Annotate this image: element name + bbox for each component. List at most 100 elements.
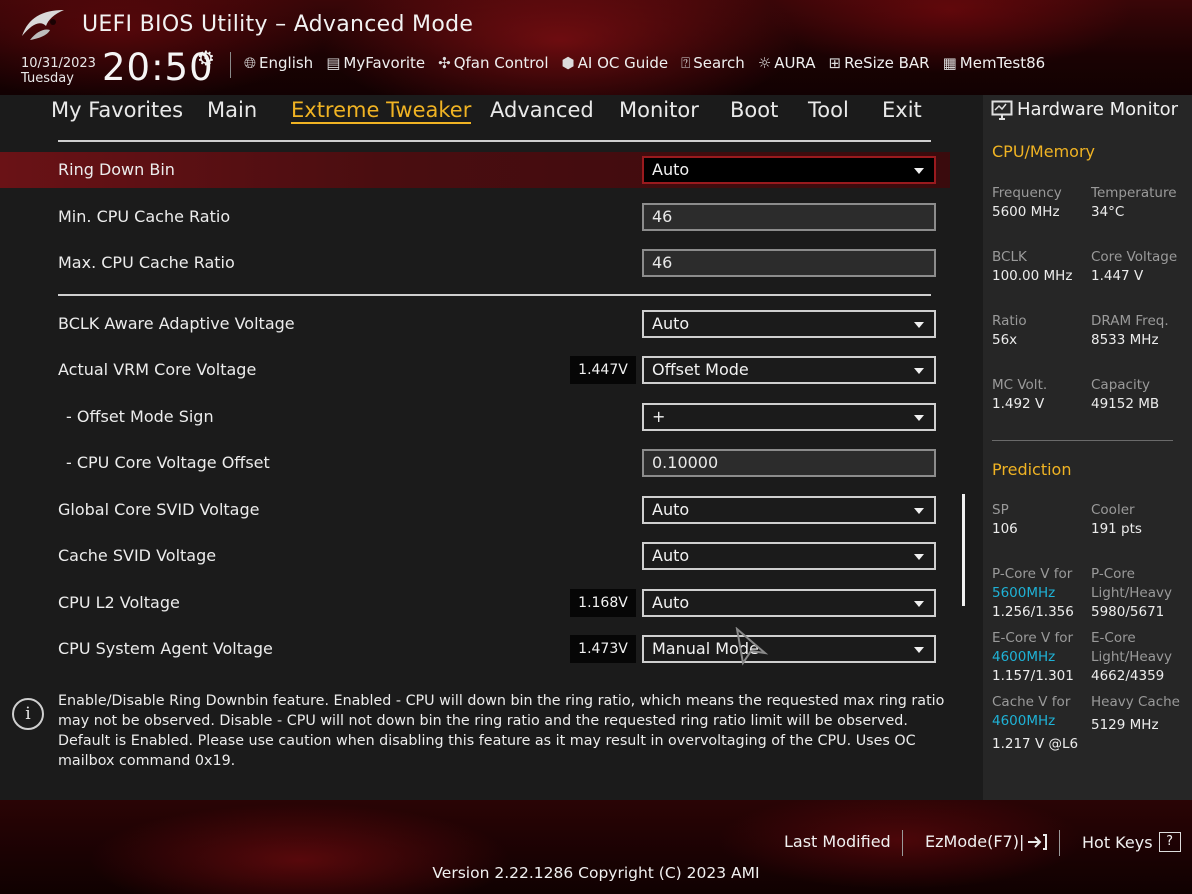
hw-ratio: Ratio 56x [992,312,1027,350]
resize-bar-button[interactable]: ⊞ ReSize BAR [829,54,930,72]
setting-row-global-core-svid-voltage[interactable]: Global Core SVID Voltage Auto [0,492,950,528]
ring-down-bin-select[interactable]: Auto [642,156,936,184]
mouse-cursor-icon [735,627,769,666]
hw-value: 1.447 V [1091,268,1144,284]
setting-label: - Offset Mode Sign [66,407,214,426]
search-icon: ⍰ [681,54,691,72]
memtest-button[interactable]: ▦ MemTest86 [943,54,1046,72]
setting-label: Cache SVID Voltage [58,546,217,565]
ai-oc-guide-button[interactable]: ⬢ AI OC Guide [562,54,669,72]
hardware-monitor-panel: Hardware Monitor CPU/Memory Frequency 56… [983,95,1192,800]
hw-pcore-light-heavy: P-Core Light/Heavy 5980/5671 [1091,565,1172,622]
hw-core-voltage: Core Voltage 1.447 V [1091,248,1177,286]
hw-key: Cooler [1091,502,1135,518]
cpu-system-agent-voltage-select[interactable]: Manual Mode [642,635,936,663]
global-core-svid-voltage-select[interactable]: Auto [642,496,936,524]
dropdown-caret-icon [914,554,924,560]
setting-row-ring-down-bin[interactable]: Ring Down Bin Auto [0,152,950,188]
hw-key: SP [992,502,1009,518]
exit-arrow-icon [1028,833,1048,850]
hardware-monitor-title: Hardware Monitor [991,99,1178,120]
hot-keys-button[interactable]: Hot Keys ? [1082,832,1181,852]
setting-row-cache-svid-voltage[interactable]: Cache SVID Voltage Auto [0,538,950,574]
language-label: English [259,54,314,72]
setting-label: Ring Down Bin [58,160,175,179]
setting-label: CPU System Agent Voltage [58,639,273,658]
hw-value: 56x [992,332,1018,348]
hw-bclk: BCLK 100.00 MHz [992,248,1072,286]
tab-my-favorites[interactable]: My Favorites [51,98,183,122]
search-button[interactable]: ⍰ Search [681,54,745,72]
resize-bar-label: ReSize BAR [844,54,930,72]
cpu-core-voltage-offset-input[interactable]: 0.10000 [642,449,936,477]
fan-icon: ✣ [438,54,451,72]
setting-row-min-cpu-cache-ratio[interactable]: Min. CPU Cache Ratio 46 [0,199,950,235]
hot-keys-label: Hot Keys [1082,832,1153,852]
tab-monitor[interactable]: Monitor [619,98,699,122]
aura-icon: ☼ [757,54,772,72]
actual-vrm-core-voltage-select[interactable]: Offset Mode [642,356,936,384]
app-title: UEFI BIOS Utility – Advanced Mode [82,12,474,37]
myfavorite-label: MyFavorite [343,54,426,72]
cache-svid-voltage-select[interactable]: Auto [642,542,936,570]
select-value: Auto [652,546,690,565]
search-label: Search [693,54,745,72]
offset-mode-sign-select[interactable]: + [642,403,936,431]
date-text: 10/31/2023 [21,56,96,71]
hw-dram-freq: DRAM Freq. 8533 MHz [1091,312,1169,350]
version-text: Version 2.22.1286 Copyright (C) 2023 AMI [432,864,760,882]
hw-pcore-v: P-Core V for 5600MHz 1.256/1.356 [992,565,1074,622]
setting-row-cpu-l2-voltage[interactable]: CPU L2 Voltage 1.168V Auto [0,585,950,621]
last-modified-button[interactable]: Last Modified [784,832,891,851]
header-separator [230,52,231,78]
tab-exit[interactable]: Exit [882,98,922,122]
hw-key: Temperature [1091,185,1177,201]
hw-sp: SP 106 [992,501,1018,539]
hw-key: P-Core [1091,566,1135,582]
hw-key: Frequency [992,185,1062,201]
hw-value: 100.00 MHz [992,268,1073,284]
globe-icon: 🌐︎ [244,54,257,72]
bclk-aware-adaptive-voltage-select[interactable]: Auto [642,310,936,338]
hw-value: 5129 MHz [1091,717,1159,733]
setting-label: CPU L2 Voltage [58,593,180,612]
hw-cooler: Cooler 191 pts [1091,501,1142,539]
tab-tool[interactable]: Tool [808,98,849,122]
language-button[interactable]: 🌐︎ English [244,54,313,72]
setting-row-cpu-core-voltage-offset[interactable]: - CPU Core Voltage Offset 0.10000 [0,445,950,481]
setting-row-actual-vrm-core-voltage[interactable]: Actual VRM Core Voltage 1.447V Offset Mo… [0,352,950,388]
tab-boot[interactable]: Boot [730,98,778,122]
hw-capacity: Capacity 49152 MB [1091,376,1159,414]
aura-button[interactable]: ☼ AURA [758,54,816,72]
setting-row-offset-mode-sign[interactable]: - Offset Mode Sign + [0,399,950,435]
hw-value: 5600 MHz [992,204,1060,220]
setting-label: Min. CPU Cache Ratio [58,207,231,226]
hw-key: Heavy Cache [1091,694,1180,710]
cpu-l2-voltage-select[interactable]: Auto [642,589,936,617]
min-cpu-cache-ratio-input[interactable]: 46 [642,203,936,231]
settings-scrollbar[interactable] [962,494,965,606]
footer-separator [902,830,903,856]
myfavorite-button[interactable]: ▤ MyFavorite [326,54,425,72]
setting-row-bclk-aware-adaptive-voltage[interactable]: BCLK Aware Adaptive Voltage Auto [0,306,950,342]
dropdown-caret-icon [914,368,924,374]
toolbar: 🌐︎ English ▤ MyFavorite ✣ Qfan Control ⬢… [244,54,1045,72]
gear-icon[interactable]: ⚙ [197,46,215,70]
dropdown-caret-icon [914,647,924,653]
max-cpu-cache-ratio-input[interactable]: 46 [642,249,936,277]
hw-value: 34°C [1091,204,1125,220]
memtest-icon: ▦ [942,54,957,72]
qfan-control-button[interactable]: ✣ Qfan Control [438,54,548,72]
ezmode-button[interactable]: EzMode(F7)| [925,832,1048,851]
tab-extreme-tweaker[interactable]: Extreme Tweaker [291,98,472,124]
setting-row-cpu-system-agent-voltage[interactable]: CPU System Agent Voltage 1.473V Manual M… [0,631,950,667]
hw-key: MC Volt. [992,377,1048,393]
favorite-icon: ▤ [326,54,341,72]
setting-label: Max. CPU Cache Ratio [58,253,235,272]
hw-mc-volt: MC Volt. 1.492 V [992,376,1047,414]
dropdown-caret-icon [914,415,924,421]
hw-value: 4662/4359 [1091,668,1165,684]
setting-row-max-cpu-cache-ratio[interactable]: Max. CPU Cache Ratio 46 [0,245,950,281]
tab-main[interactable]: Main [207,98,257,122]
tab-advanced[interactable]: Advanced [490,98,594,122]
